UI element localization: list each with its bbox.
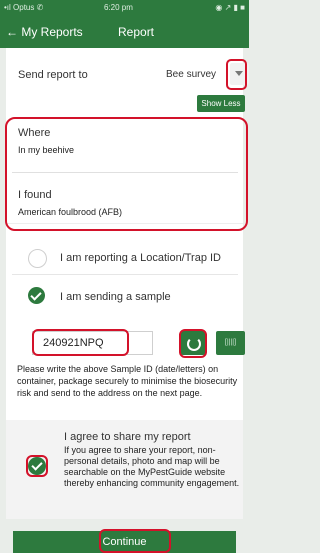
- location-radio[interactable]: [28, 249, 47, 268]
- highlight-outline: [26, 455, 48, 477]
- highlight-outline: [5, 117, 248, 231]
- carrier-label: •ıl Optus ✆: [4, 3, 44, 12]
- page-title: Report: [118, 25, 155, 39]
- back-button[interactable]: ← My Reports: [6, 25, 83, 39]
- send-report-label: Send report to: [18, 69, 88, 81]
- status-icons: ◉ ↗ ▮ ■: [215, 3, 245, 12]
- agree-title: I agree to share my report: [64, 431, 191, 443]
- top-bar: •ıl Optus ✆ 6:20 pm ◉ ↗ ▮ ■ ← My Reports…: [0, 0, 249, 48]
- barcode-scan-button[interactable]: [||||]: [216, 331, 245, 355]
- highlight-outline: [32, 329, 129, 356]
- sample-option-label: I am sending a sample: [60, 291, 171, 303]
- agree-description: If you agree to share your report, non-p…: [64, 445, 240, 488]
- barcode-icon: [||||]: [224, 339, 237, 346]
- location-option-label: I am reporting a Location/Trap ID: [60, 252, 222, 264]
- highlight-outline: [179, 329, 207, 358]
- status-bar: •ıl Optus ✆ 6:20 pm ◉ ↗ ▮ ■: [4, 3, 245, 15]
- divider: [12, 274, 238, 275]
- highlight-outline: [99, 529, 171, 553]
- sample-radio[interactable]: [28, 287, 45, 304]
- clock: 6:20 pm: [104, 3, 133, 12]
- sample-instructions: Please write the above Sample ID (date/l…: [17, 364, 238, 398]
- show-less-button[interactable]: Show Less: [197, 95, 245, 112]
- send-report-value[interactable]: Bee survey: [166, 69, 216, 80]
- check-icon: [30, 289, 42, 301]
- highlight-outline: [226, 59, 247, 90]
